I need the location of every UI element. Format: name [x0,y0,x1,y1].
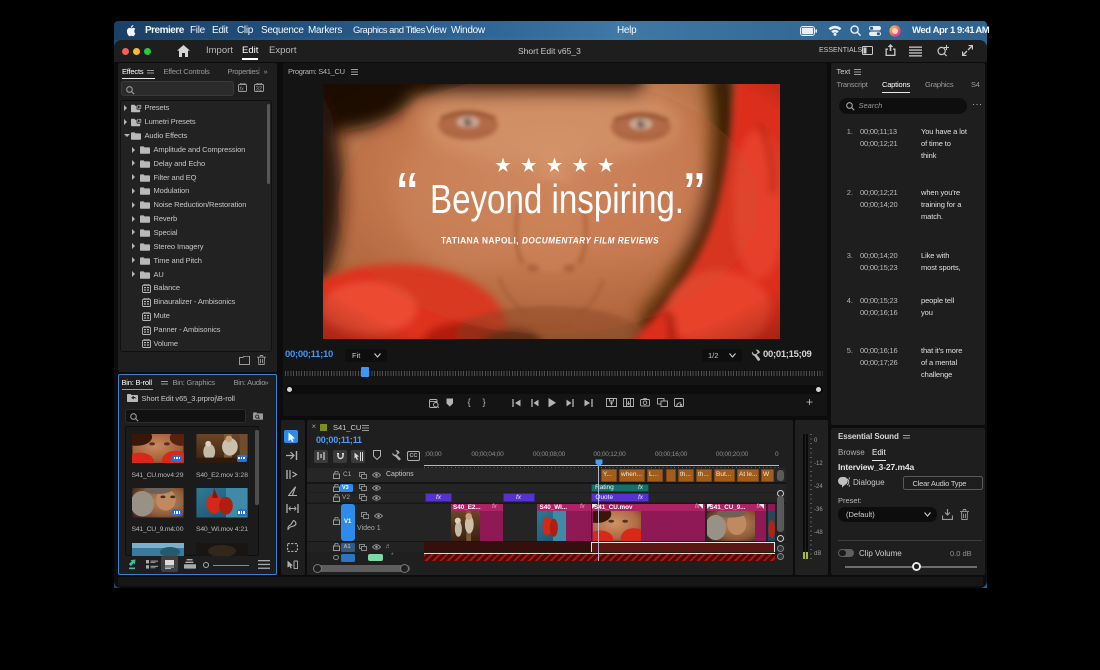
svg-text:DOCUMENTARY FILM REVIEWS: DOCUMENTARY FILM REVIEWS [522,236,659,246]
svg-text:TATIANA NAPOLI,: TATIANA NAPOLI, [441,236,519,246]
svg-text:Beyond inspiring.: Beyond inspiring. [430,176,684,222]
svg-text:“: “ [397,161,418,230]
svg-text:32: 32 [255,87,262,93]
svg-text:”: ” [684,161,705,230]
svg-text:fx: fx [239,86,244,92]
